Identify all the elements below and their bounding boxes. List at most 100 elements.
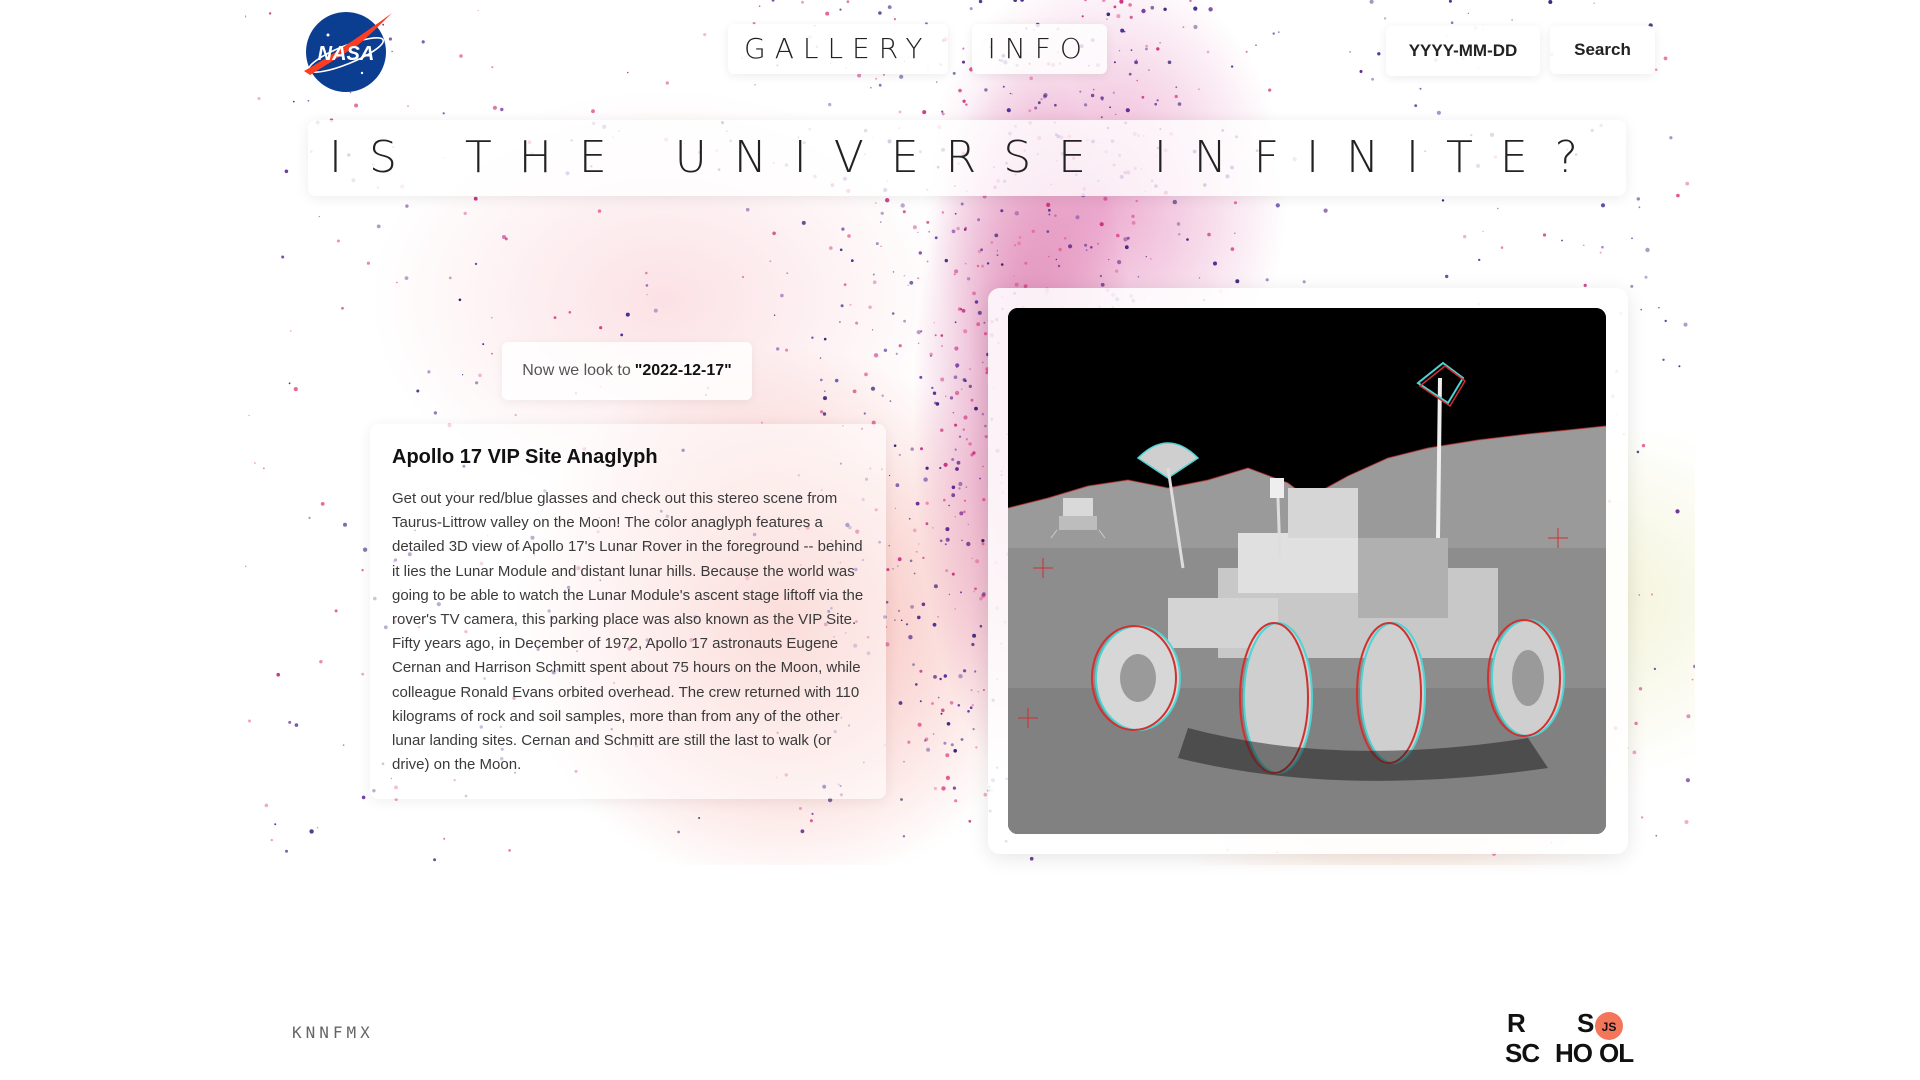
speckle — [1691, 678, 1694, 681]
speckle — [954, 269, 959, 274]
speckle — [948, 504, 950, 507]
speckle — [952, 411, 955, 414]
speckle — [937, 616, 939, 618]
speckle — [1175, 86, 1178, 89]
speckle — [1638, 206, 1641, 209]
speckle — [897, 565, 899, 567]
speckle — [829, 246, 833, 250]
speckle — [834, 378, 839, 383]
speckle — [958, 674, 963, 679]
speckle — [1268, 88, 1272, 92]
speckle — [909, 559, 913, 563]
speckle — [1068, 244, 1073, 249]
speckle — [900, 798, 903, 801]
rs-school-logo[interactable]: R S JS SC HO OL — [1505, 1010, 1645, 1066]
speckle — [1277, 31, 1280, 33]
speckle — [1377, 52, 1381, 56]
speckle — [941, 112, 945, 116]
speckle — [949, 396, 954, 400]
speckle — [1561, 239, 1563, 242]
speckle — [1683, 322, 1688, 327]
speckle — [1085, 249, 1088, 251]
speckle — [919, 700, 922, 703]
speckle — [1302, 280, 1306, 284]
speckle — [776, 347, 780, 351]
speckle — [926, 220, 930, 224]
speckle — [491, 316, 493, 319]
speckle — [801, 220, 806, 225]
speckle — [294, 723, 299, 727]
speckle — [823, 396, 827, 401]
speckle — [917, 342, 920, 344]
speckle — [257, 96, 261, 101]
speckle — [923, 739, 927, 742]
rs-logo-r: R — [1507, 1010, 1526, 1038]
speckle — [741, 275, 745, 279]
speckle — [1040, 98, 1043, 101]
speckle — [248, 414, 250, 416]
speckle — [786, 272, 789, 275]
apod-image[interactable] — [1008, 308, 1606, 834]
speckle — [1593, 2, 1595, 4]
speckle — [1478, 258, 1481, 262]
speckle — [801, 0, 804, 4]
speckle — [898, 344, 902, 348]
speckle — [933, 584, 938, 589]
selected-date-value: "2022-12-17" — [634, 362, 732, 379]
speckle — [962, 428, 965, 431]
speckle — [932, 527, 934, 529]
speckle — [1676, 193, 1680, 198]
speckle — [1103, 196, 1108, 201]
speckle — [281, 255, 285, 259]
speckle — [887, 5, 892, 9]
date-input[interactable] — [1386, 26, 1540, 76]
nasa-logo[interactable]: NASA — [300, 5, 396, 95]
speckle — [820, 378, 823, 382]
speckle — [917, 231, 919, 233]
speckle — [798, 807, 802, 810]
speckle — [965, 438, 969, 441]
search-button[interactable]: Search — [1550, 26, 1655, 74]
speckle — [951, 458, 955, 461]
speckle — [500, 107, 504, 112]
speckle — [1084, 103, 1088, 107]
speckle — [915, 501, 920, 506]
speckle — [972, 291, 976, 296]
speckle — [1467, 12, 1469, 14]
speckle — [972, 633, 977, 638]
speckle — [981, 264, 985, 268]
speckle — [1189, 0, 1192, 3]
speckle — [963, 329, 968, 334]
speckle — [944, 258, 948, 263]
speckle — [1654, 68, 1658, 71]
speckle — [981, 539, 985, 543]
author-link[interactable]: KNNFMX — [292, 1023, 374, 1042]
speckle — [1638, 594, 1640, 596]
speckle — [878, 11, 882, 15]
speckle — [1265, 278, 1269, 282]
speckle — [366, 261, 370, 265]
speckle — [967, 710, 970, 713]
speckle — [925, 522, 929, 526]
speckle — [1011, 93, 1013, 95]
speckle — [824, 390, 826, 393]
speckle — [1115, 113, 1117, 116]
speckle — [1685, 778, 1690, 783]
speckle — [945, 569, 949, 573]
nav-gallery[interactable]: GALLERY — [728, 24, 948, 74]
speckle — [968, 384, 972, 388]
speckle — [908, 517, 911, 520]
speckle — [1234, 232, 1236, 234]
speckle — [968, 819, 972, 823]
speckle — [508, 849, 511, 852]
speckle — [932, 622, 937, 627]
speckle — [875, 77, 878, 80]
nav-info[interactable]: INFO — [971, 24, 1107, 74]
speckle — [963, 669, 967, 673]
speckle — [974, 587, 977, 591]
speckle — [354, 103, 359, 108]
speckle — [857, 73, 862, 78]
speckle — [1441, 199, 1445, 202]
speckle — [878, 83, 882, 87]
speckle — [953, 749, 957, 753]
